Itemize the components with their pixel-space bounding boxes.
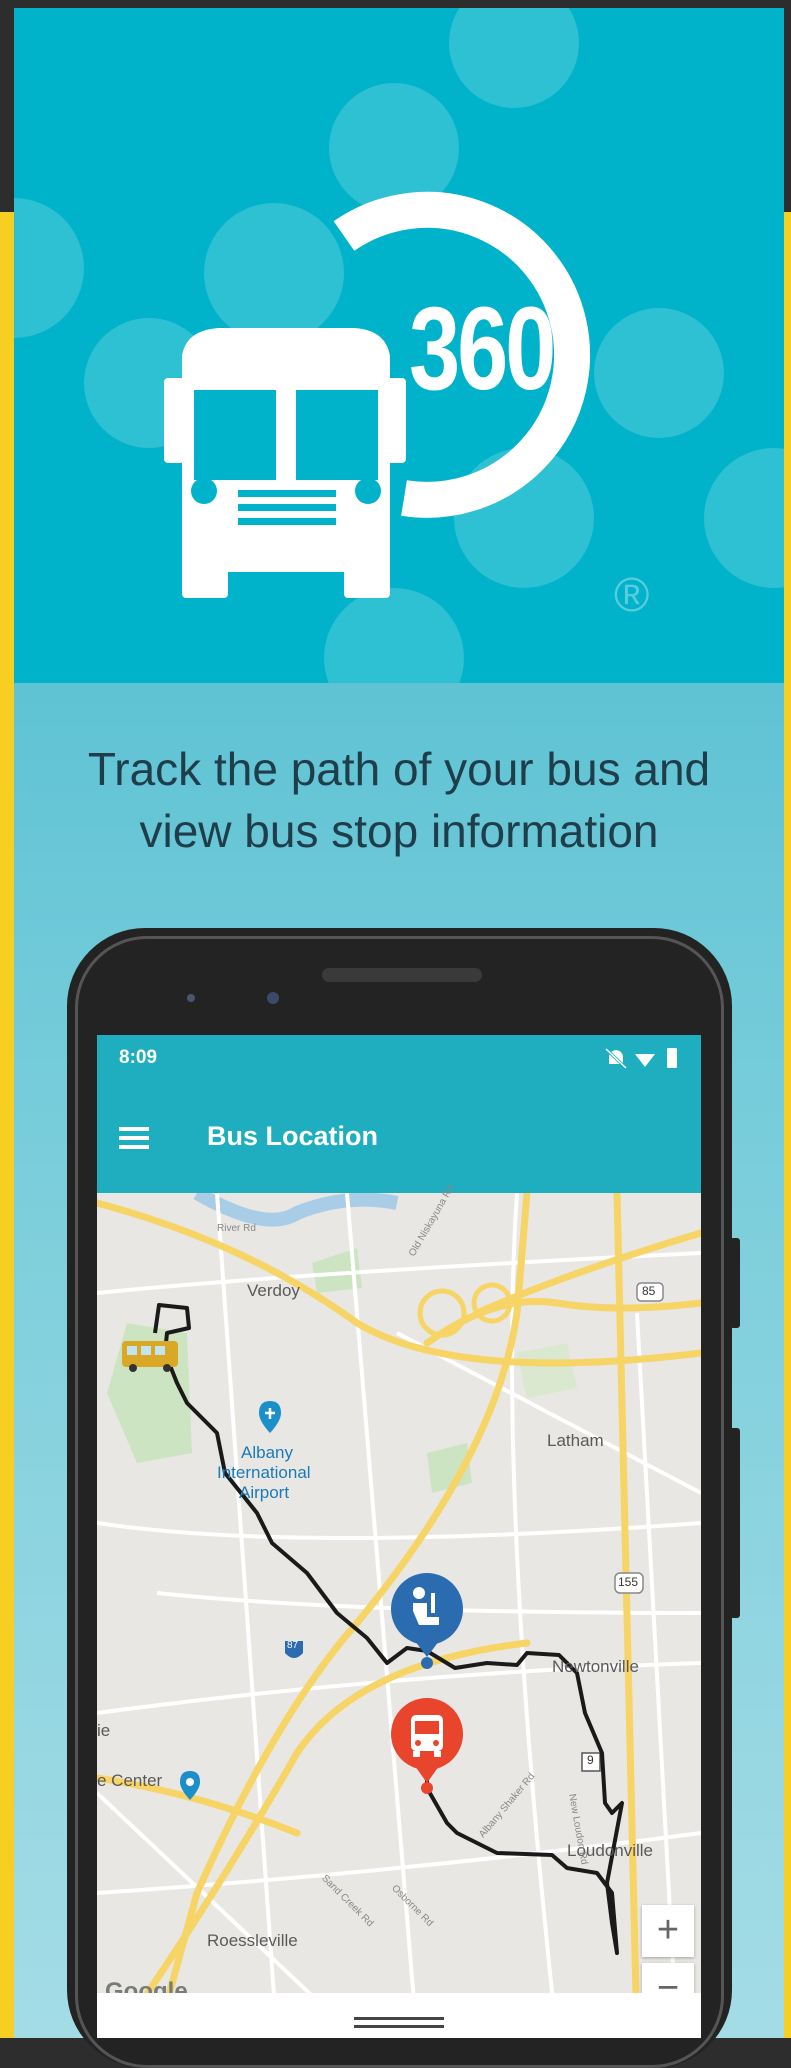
logo-number: 360	[409, 283, 556, 415]
tagline: Track the path of your bus and view bus …	[14, 738, 784, 862]
bus-icon	[411, 1715, 443, 1757]
street-label: River Rd	[217, 1223, 256, 1234]
phone-screen: 8:09 Bus Location Verdoy Albany Internat…	[97, 1035, 701, 2038]
status-icons	[604, 1047, 677, 1070]
drag-handle[interactable]	[354, 2025, 444, 2028]
route-shield-i87: 87	[287, 1640, 299, 1651]
park-area	[517, 1343, 577, 1398]
route-shield-9: 9	[587, 1753, 594, 1767]
status-time: 8:09	[119, 1047, 158, 1068]
hamburger-icon[interactable]	[119, 1125, 151, 1151]
map-label-center: e Center	[97, 1771, 163, 1790]
school-bus-icon	[164, 328, 406, 598]
map-label-verdoy: Verdoy	[247, 1281, 300, 1300]
bottom-sheet[interactable]	[97, 1993, 701, 2038]
map-label-airport: Airport	[239, 1483, 290, 1502]
phone-sensor	[187, 994, 195, 1002]
route-shield-155: 155	[618, 1575, 639, 1589]
battery-icon	[667, 1048, 677, 1068]
map-label-international: International	[217, 1463, 311, 1482]
map-view[interactable]: Verdoy Albany International Airport Lath…	[97, 1183, 701, 2038]
status-bar: 8:09	[97, 1035, 701, 1083]
registered-mark: ®	[614, 569, 650, 622]
map-label-latham: Latham	[547, 1431, 604, 1450]
bus-360-logo	[164, 191, 591, 598]
map-canvas[interactable]	[97, 1193, 701, 2038]
tagline-line-1: Track the path of your bus and	[87, 743, 711, 795]
tagline-line-2: view bus stop information	[139, 805, 659, 857]
map-label-edge: ie	[97, 1721, 111, 1740]
wifi-icon	[635, 1054, 655, 1067]
zoom-in-button[interactable]: +	[642, 1905, 694, 1957]
app-bar: Bus Location	[97, 1083, 701, 1193]
app-title: Bus Location	[207, 1121, 379, 1151]
map-label-roessleville: Roessleville	[207, 1931, 298, 1950]
notifications-off-icon	[604, 1047, 628, 1070]
route-shield-85: 85	[642, 1284, 656, 1298]
phone-camera	[267, 992, 279, 1004]
map-label-albany: Albany	[241, 1443, 293, 1462]
map-label-newtonville: Newtonville	[552, 1657, 639, 1676]
drag-handle[interactable]	[354, 2017, 444, 2020]
logo-banner: 360 ®	[14, 8, 784, 683]
phone-speaker	[322, 968, 482, 982]
